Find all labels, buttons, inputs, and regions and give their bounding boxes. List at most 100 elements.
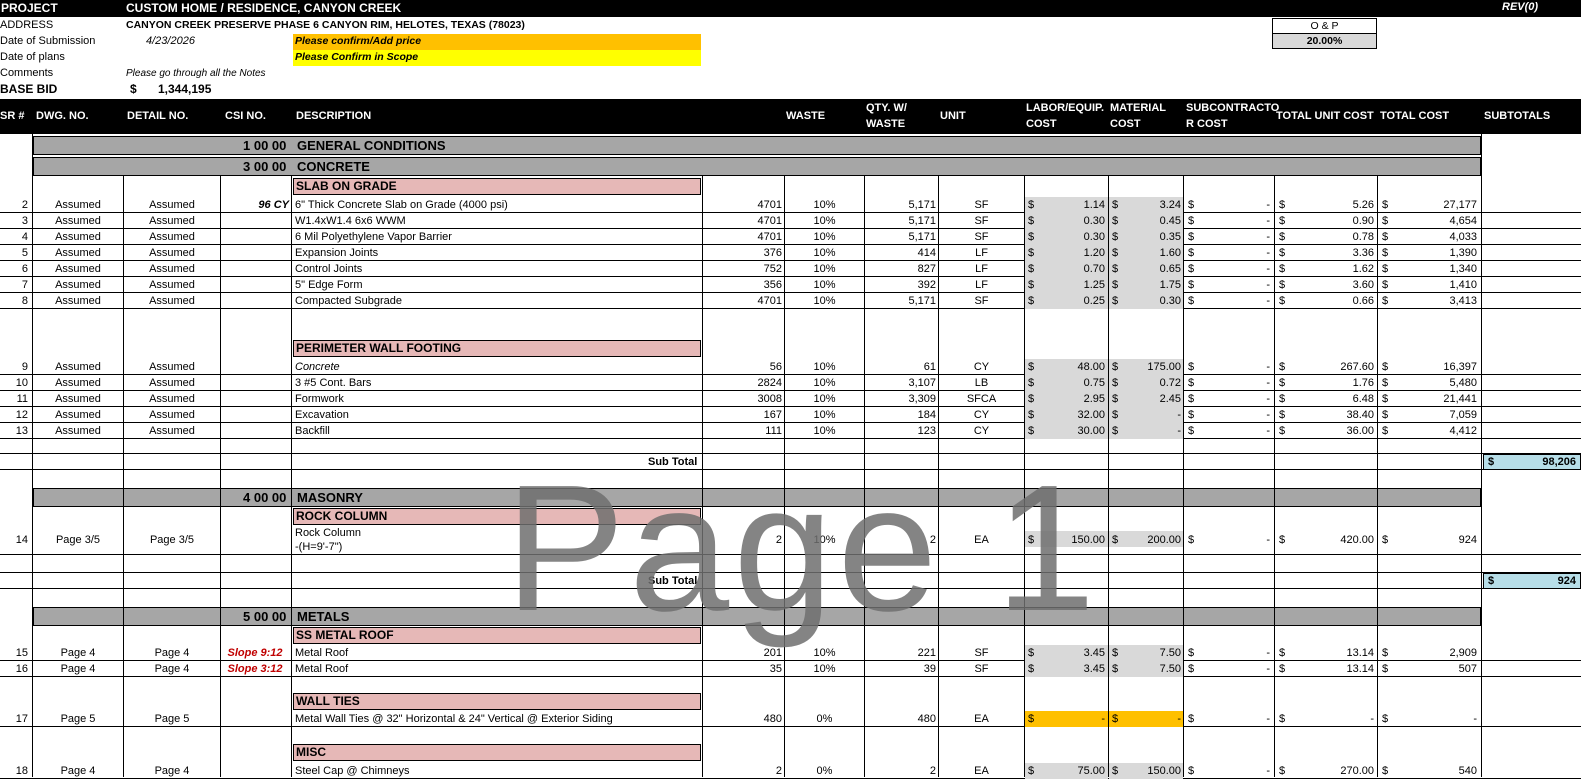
row-detail-no[interactable]: Assumed [124,230,220,244]
note-confirm-price[interactable]: Please confirm/Add price [293,34,701,50]
row-qty-with-waste[interactable]: 2 [865,533,936,547]
row-dwg-no[interactable]: Page 5 [33,712,123,726]
row-dwg-no[interactable]: Assumed [33,360,123,374]
row-subcontractor-cost[interactable]: - [1184,424,1270,438]
row-material-cost[interactable]: 0.35 [1109,230,1181,244]
row-qty-with-waste[interactable]: 392 [865,278,936,292]
row-detail-no[interactable]: Assumed [124,198,220,212]
row-dwg-no[interactable]: Assumed [33,294,123,308]
col-sr[interactable]: SR # [0,108,24,124]
subsection-rock-column[interactable]: ROCK COLUMN [293,508,701,525]
row-subcontractor-cost[interactable]: - [1184,214,1270,228]
row-dwg-no[interactable]: Assumed [33,392,123,406]
subsection-perimeter-wall-footing[interactable]: PERIMETER WALL FOOTING [293,340,701,357]
row-total-unit-cost[interactable]: 36.00 [1275,424,1374,438]
row-description[interactable]: 6" Thick Concrete Slab on Grade (4000 ps… [295,198,508,212]
row-labor-cost[interactable]: 0.30 [1025,230,1105,244]
row-material-cost[interactable]: 1.60 [1109,246,1181,260]
row-sr[interactable]: 6 [0,262,28,276]
row-total-cost[interactable]: 27,177 [1378,198,1477,212]
row-sr[interactable]: 12 [0,408,28,422]
row-unit[interactable]: EA [939,712,1024,726]
row-labor-cost[interactable]: 75.00 [1025,764,1105,778]
row-qty-with-waste[interactable]: 3,309 [865,392,936,406]
row-description[interactable]: Concrete [295,360,340,374]
row-subcontractor-cost[interactable]: - [1184,712,1270,726]
row-labor-cost[interactable]: 150.00 [1025,533,1105,547]
col-detail[interactable]: DETAIL NO. [127,108,188,124]
subsection-misc[interactable]: MISC [293,744,701,761]
row-quantity[interactable]: 4701 [703,294,782,308]
row-unit[interactable]: EA [939,764,1024,778]
section-general-conditions[interactable]: 1 00 00 GENERAL CONDITIONS [33,136,1481,155]
row-qty-with-waste[interactable]: 2 [865,764,936,778]
row-dwg-no[interactable]: Page 3/5 [33,533,123,547]
row-labor-cost[interactable]: - [1025,712,1105,726]
row-total-cost[interactable]: - [1378,712,1477,726]
row-labor-cost[interactable]: 0.70 [1025,262,1105,276]
row-detail-no[interactable]: Assumed [124,360,220,374]
row-quantity[interactable]: 201 [703,646,782,660]
row-unit[interactable]: CY [939,424,1024,438]
section-masonry[interactable]: 4 00 00 MASONRY [33,488,1481,507]
row-unit[interactable]: EA [939,533,1024,547]
row-description[interactable]: Metal Wall Ties @ 32" Horizontal & 24" V… [295,712,613,726]
row-description[interactable]: Control Joints [295,262,362,276]
row-material-cost[interactable]: 0.72 [1109,376,1181,390]
project-name[interactable]: CUSTOM HOME / RESIDENCE, CANYON CREEK [126,1,401,15]
row-material-cost[interactable]: - [1109,424,1181,438]
row-unit[interactable]: SF [939,294,1024,308]
row-detail-no[interactable]: Assumed [124,408,220,422]
plans-date-label[interactable]: Date of plans [0,50,65,65]
row-description-line2[interactable]: -(H=9'-7") [295,540,342,554]
row-quantity[interactable]: 4701 [703,230,782,244]
row-dwg-no[interactable]: Assumed [33,408,123,422]
op-label[interactable]: O & P [1272,18,1377,34]
row-unit[interactable]: SF [939,230,1024,244]
row-waste[interactable]: 10% [785,294,864,308]
row-material-cost[interactable]: 3.24 [1109,198,1181,212]
row-unit[interactable]: LF [939,262,1024,276]
row-labor-cost[interactable]: 1.20 [1025,246,1105,260]
row-labor-cost[interactable]: 30.00 [1025,424,1105,438]
row-unit[interactable]: SFCA [939,392,1024,406]
row-waste[interactable]: 10% [785,408,864,422]
row-subcontractor-cost[interactable]: - [1184,408,1270,422]
row-quantity[interactable]: 2 [703,533,782,547]
row-total-cost[interactable]: 2,909 [1378,646,1477,660]
row-sr[interactable]: 4 [0,230,28,244]
row-description[interactable]: Backfill [295,424,330,438]
row-quantity[interactable]: 35 [703,662,782,676]
row-detail-no[interactable]: Assumed [124,294,220,308]
row-quantity[interactable]: 356 [703,278,782,292]
row-unit[interactable]: CY [939,408,1024,422]
note-confirm-scope[interactable]: Please Confirm in Scope [293,50,701,66]
row-total-cost[interactable]: 16,397 [1378,360,1477,374]
row-total-cost[interactable]: 4,412 [1378,424,1477,438]
row-sr[interactable]: 5 [0,246,28,260]
row-material-cost[interactable]: 0.30 [1109,294,1181,308]
row-total-cost[interactable]: 4,033 [1378,230,1477,244]
row-material-cost[interactable]: 0.45 [1109,214,1181,228]
row-description[interactable]: Expansion Joints [295,246,378,260]
row-waste[interactable]: 0% [785,764,864,778]
row-material-cost[interactable]: 150.00 [1109,764,1181,778]
row-description[interactable]: Metal Roof [295,662,348,676]
row-total-cost[interactable]: 5,480 [1378,376,1477,390]
row-labor-cost[interactable]: 0.75 [1025,376,1105,390]
row-qty-with-waste[interactable]: 39 [865,662,936,676]
row-quantity[interactable]: 111 [703,424,782,438]
row-dwg-no[interactable]: Assumed [33,278,123,292]
row-qty-with-waste[interactable]: 5,171 [865,198,936,212]
col-total-cost[interactable]: TOTAL COST [1380,108,1449,124]
row-sr[interactable]: 11 [0,392,28,406]
row-subcontractor-cost[interactable]: - [1184,278,1270,292]
row-total-unit-cost[interactable]: 0.78 [1275,230,1374,244]
row-material-cost[interactable]: 7.50 [1109,662,1181,676]
row-total-unit-cost[interactable]: 0.90 [1275,214,1374,228]
row-total-unit-cost[interactable]: - [1275,712,1374,726]
row-total-cost[interactable]: 4,654 [1378,214,1477,228]
row-unit[interactable]: LB [939,376,1024,390]
row-total-cost[interactable]: 540 [1378,764,1477,778]
col-qty-line2[interactable]: WASTE [866,116,905,132]
